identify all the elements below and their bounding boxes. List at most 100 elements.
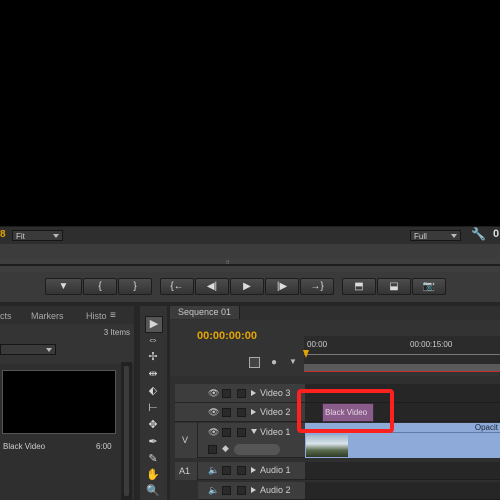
track-header-audio-2[interactable]: 🔈 Audio 2 (198, 482, 305, 500)
sync-lock-icon[interactable] (222, 486, 231, 495)
track-label: Video 1 (260, 427, 291, 437)
project-filter-select[interactable] (0, 344, 56, 355)
video-clip-thumbnail (306, 435, 348, 457)
source-patch-v[interactable]: V (175, 423, 198, 458)
track-label: Audio 2 (260, 485, 291, 495)
track-header-video-3[interactable]: 👁 Video 3 (175, 384, 305, 403)
collapse-triangle-icon[interactable] (251, 429, 257, 434)
program-monitor-display (0, 0, 500, 226)
time-ruler[interactable]: 00:00 00:00:15:00 (304, 336, 500, 364)
selection-tool-icon[interactable]: ▶ (145, 316, 163, 333)
track-header-video-2[interactable]: 👁 Video 2 (175, 403, 305, 422)
extract-button[interactable]: ⬓ (377, 278, 411, 295)
export-frame-button[interactable]: 📷 (412, 278, 446, 295)
work-area-bar[interactable] (304, 364, 500, 372)
playhead-icon[interactable] (303, 350, 309, 358)
keyframe-icon[interactable]: ◆ (222, 443, 229, 454)
lift-button[interactable]: ⬒ (342, 278, 376, 295)
sync-lock-icon[interactable] (222, 466, 231, 475)
film-icon[interactable] (222, 428, 231, 437)
mark-in-button[interactable]: { (83, 278, 117, 295)
scrub-track (0, 264, 500, 266)
expand-triangle-icon[interactable] (251, 487, 256, 493)
track-header-video-1[interactable]: 👁 Video 1 ◆ (198, 423, 305, 458)
ruler-start-label: 00:00 (307, 340, 328, 349)
film-icon[interactable] (222, 408, 231, 417)
add-marker-button[interactable]: ▼ (45, 278, 82, 295)
lock-icon[interactable] (237, 466, 246, 475)
expand-triangle-icon[interactable] (251, 409, 256, 415)
tab-effects[interactable]: cts (0, 309, 12, 323)
ruler-mid-label: 00:00:15:00 (410, 340, 453, 349)
speaker-icon[interactable]: 🔈 (208, 465, 219, 476)
wrench-icon[interactable]: 🔧 (471, 227, 486, 241)
snap-icon[interactable] (249, 357, 260, 368)
lock-icon[interactable] (237, 486, 246, 495)
clip-duration: 6:00 (96, 442, 112, 451)
monitor-divider (0, 244, 500, 258)
speaker-icon[interactable]: 🔈 (208, 485, 219, 496)
playback-resolution-select[interactable]: Full (410, 230, 461, 241)
pen-tool-icon[interactable]: ✎ (145, 452, 161, 467)
tab-markers[interactable]: Markers (31, 309, 64, 323)
add-marker-icon[interactable]: ▼ (289, 357, 297, 366)
track-label: Video 2 (260, 407, 291, 417)
track-header-audio-1[interactable]: 🔈 Audio 1 (198, 462, 305, 480)
monitor-controls-bar: 8 Fit Full 🔧 0 (0, 226, 500, 244)
expand-triangle-icon[interactable] (251, 390, 256, 396)
go-to-out-button[interactable]: →} (300, 278, 334, 295)
opacity-label: Opacit (474, 423, 498, 432)
mark-out-button[interactable]: } (118, 278, 152, 295)
step-back-button[interactable]: ◀| (195, 278, 229, 295)
source-a1-label: A1 (179, 466, 191, 476)
lock-icon[interactable] (237, 428, 246, 437)
tab-sequence-label: Sequence 01 (178, 307, 232, 317)
clip-name: Black Video (3, 442, 46, 451)
track-audio-2[interactable] (305, 482, 500, 500)
project-scroll-thumb[interactable] (124, 366, 129, 496)
track-select-tool-icon[interactable]: ⇔ (145, 333, 161, 348)
track-label: Audio 1 (260, 465, 291, 475)
slide-tool-icon[interactable]: ✒ (145, 435, 161, 450)
chevron-down-icon (53, 234, 59, 238)
rate-stretch-tool-icon[interactable]: ⬖ (145, 384, 161, 399)
marker-icon[interactable]: ● (271, 357, 277, 368)
lock-icon[interactable] (237, 389, 246, 398)
ripple-edit-tool-icon[interactable]: ✢ (145, 350, 161, 365)
tab-sequence-01[interactable]: Sequence 01 × (170, 306, 240, 330)
eye-icon[interactable]: 👁 (208, 407, 219, 418)
eye-icon[interactable]: 👁 (208, 427, 219, 438)
film-icon[interactable] (222, 389, 231, 398)
hand-tool-icon[interactable]: ✋ (145, 468, 161, 483)
ruler-baseline (304, 354, 500, 355)
panel-menu-icon[interactable]: ≡ (110, 310, 116, 321)
black-video-thumbnail[interactable] (2, 370, 116, 434)
current-timecode[interactable]: 00:00:00:00 (197, 330, 257, 342)
keyframe-navigator[interactable] (234, 444, 280, 455)
slip-tool-icon[interactable]: ✥ (145, 418, 161, 433)
resolution-select-value: Full (414, 232, 427, 241)
chevron-down-icon (451, 234, 457, 238)
zoom-select[interactable]: Fit (12, 230, 63, 241)
tab-history[interactable]: Histo (86, 309, 107, 323)
zoom-tool-icon[interactable]: 🔍 (145, 484, 161, 499)
source-v-label: V (182, 435, 189, 445)
lock-icon[interactable] (237, 408, 246, 417)
display-style-icon[interactable] (208, 445, 217, 454)
go-to-in-button[interactable]: {← (160, 278, 194, 295)
duration-timecode: 0 (493, 228, 500, 240)
chevron-down-icon (46, 348, 52, 352)
eye-icon[interactable]: 👁 (208, 388, 219, 399)
play-button[interactable]: ▶ (230, 278, 264, 295)
source-patch-a1[interactable]: A1 (175, 462, 198, 480)
step-forward-button[interactable]: |▶ (265, 278, 299, 295)
zoom-select-value: Fit (16, 232, 25, 241)
rolling-edit-tool-icon[interactable]: ⇹ (145, 367, 161, 382)
track-audio-1[interactable] (305, 462, 500, 480)
project-scrollbar[interactable] (121, 362, 132, 500)
project-toolbar: 3 Items (0, 324, 134, 364)
track-label: Video 3 (260, 388, 291, 398)
expand-triangle-icon[interactable] (251, 467, 256, 473)
razor-tool-icon[interactable]: ⊢ (145, 401, 161, 416)
red-highlight-box (297, 389, 394, 433)
